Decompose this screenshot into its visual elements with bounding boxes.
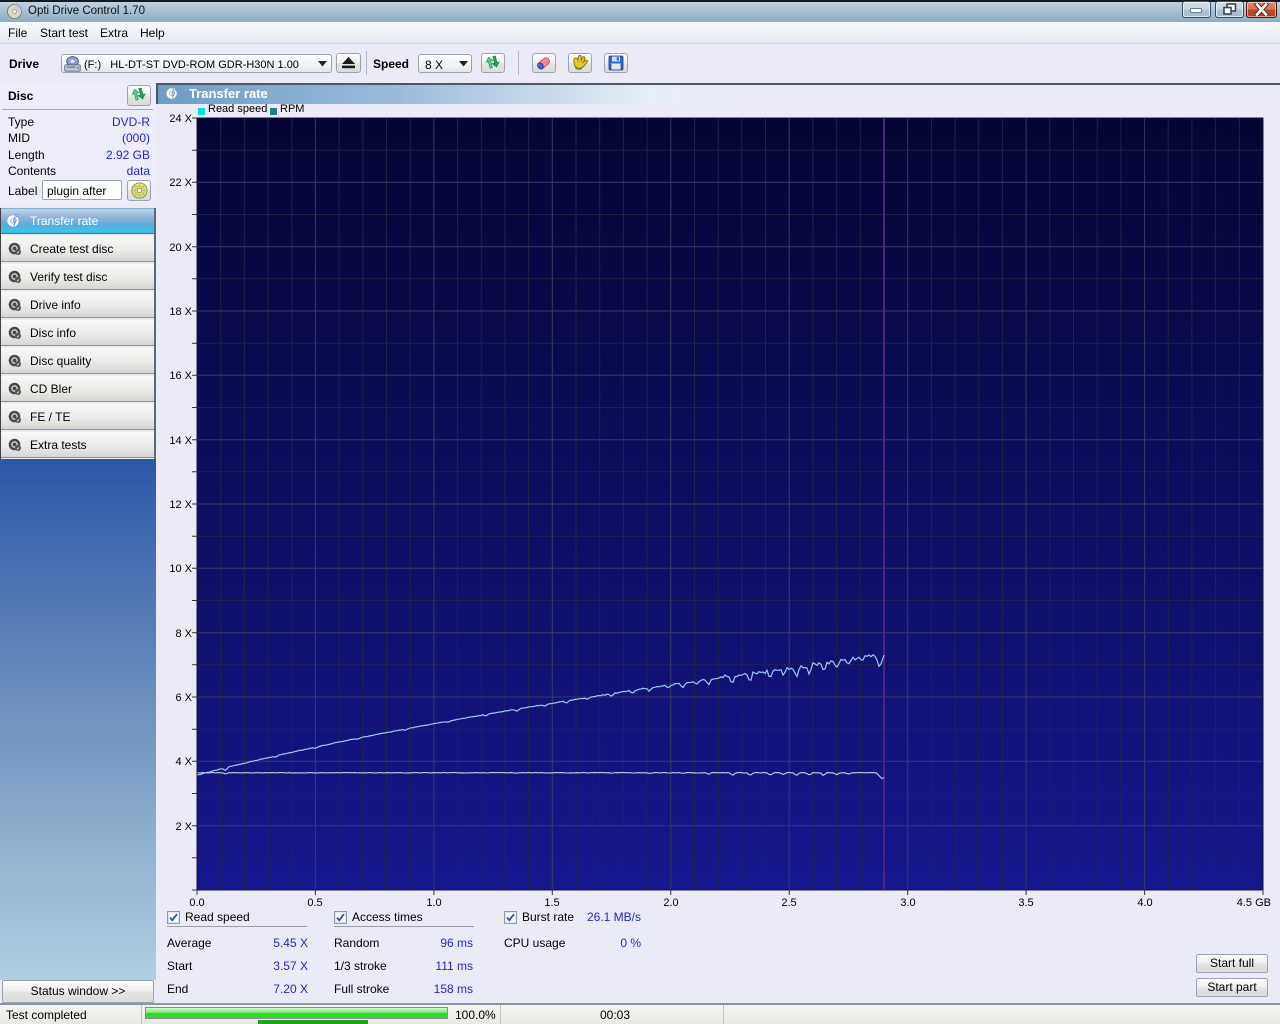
- svg-text:4.0: 4.0: [1137, 897, 1152, 909]
- svg-text:4.5 GB: 4.5 GB: [1237, 897, 1271, 909]
- svg-text:14 X: 14 X: [169, 435, 192, 447]
- svg-text:18 X: 18 X: [169, 306, 192, 318]
- svg-text:1.5: 1.5: [544, 897, 559, 909]
- svg-text:2.5: 2.5: [781, 897, 796, 909]
- svg-text:20 X: 20 X: [169, 242, 192, 254]
- svg-text:3.5: 3.5: [1018, 897, 1033, 909]
- svg-text:22 X: 22 X: [169, 177, 192, 189]
- svg-text:10 X: 10 X: [169, 563, 192, 575]
- svg-text:1.0: 1.0: [426, 897, 441, 909]
- svg-text:4 X: 4 X: [175, 756, 192, 768]
- svg-text:3.0: 3.0: [900, 897, 915, 909]
- svg-text:24 X: 24 X: [169, 113, 192, 125]
- svg-text:2.0: 2.0: [663, 897, 678, 909]
- svg-text:0.0: 0.0: [189, 897, 204, 909]
- svg-text:0.5: 0.5: [307, 897, 322, 909]
- svg-text:6 X: 6 X: [175, 692, 192, 704]
- svg-text:12 X: 12 X: [169, 499, 192, 511]
- svg-text:8 X: 8 X: [175, 628, 192, 640]
- svg-text:16 X: 16 X: [169, 370, 192, 382]
- svg-text:2 X: 2 X: [175, 821, 192, 833]
